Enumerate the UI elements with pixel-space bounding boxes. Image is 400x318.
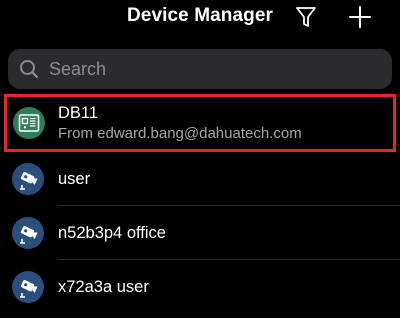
device-name: n52b3p4 office bbox=[58, 224, 166, 242]
filter-icon bbox=[296, 7, 316, 27]
device-shared-from: From edward.bang@dahuatech.com bbox=[58, 124, 302, 142]
search-icon bbox=[20, 60, 39, 79]
search-input[interactable] bbox=[49, 58, 392, 80]
device-list: DB11 From edward.bang@dahuatech.com user bbox=[0, 94, 400, 314]
device-name: DB11 bbox=[58, 103, 99, 122]
search-bar[interactable] bbox=[8, 49, 392, 89]
page-title: Device Manager bbox=[126, 5, 274, 26]
add-device-button[interactable] bbox=[346, 3, 374, 31]
filter-button[interactable] bbox=[292, 3, 320, 31]
device-name: x72a3a user bbox=[58, 278, 149, 296]
camera-icon bbox=[12, 163, 44, 195]
camera-icon bbox=[12, 271, 44, 303]
plus-icon bbox=[349, 6, 371, 28]
device-item-db11[interactable]: DB11 From edward.bang@dahuatech.com bbox=[4, 94, 396, 152]
doorbell-device-icon bbox=[13, 107, 45, 139]
device-item-x72a3a-user[interactable]: x72a3a user bbox=[0, 260, 400, 314]
camera-icon bbox=[12, 217, 44, 249]
device-name: user bbox=[58, 170, 91, 188]
device-item-n52b3p4-office[interactable]: n52b3p4 office bbox=[0, 206, 400, 260]
device-item-user[interactable]: user bbox=[0, 152, 400, 206]
top-bar: Device Manager bbox=[0, 0, 400, 40]
